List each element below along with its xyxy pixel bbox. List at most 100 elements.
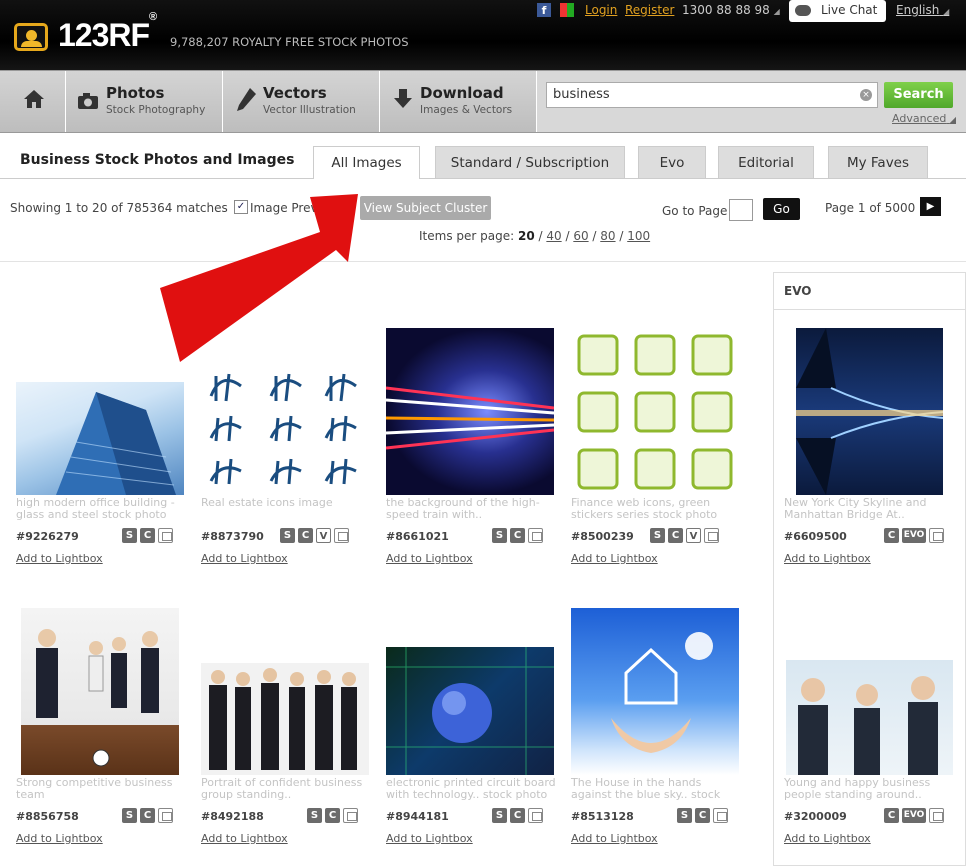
- standard-license-icon[interactable]: S: [122, 528, 137, 543]
- next-page-button[interactable]: ▶: [920, 197, 941, 216]
- credit-license-icon[interactable]: C: [884, 808, 899, 823]
- image-id: #8661021: [386, 530, 449, 543]
- tab-standard-subscription[interactable]: Standard / Subscription: [435, 146, 625, 178]
- standard-license-icon[interactable]: S: [307, 808, 322, 823]
- image-caption[interactable]: Finance web icons, green stickers series…: [571, 497, 741, 521]
- image-caption[interactable]: Real estate icons image: [201, 497, 371, 509]
- add-to-lightbox-link[interactable]: Add to Lightbox: [16, 552, 103, 565]
- image-caption[interactable]: The House in the hands against the blue …: [571, 777, 741, 801]
- add-to-lightbox-link[interactable]: Add to Lightbox: [571, 552, 658, 565]
- thumbnail-real-estate-icons[interactable]: [201, 366, 369, 495]
- similar-images-icon[interactable]: [929, 808, 944, 823]
- credit-license-icon[interactable]: C: [140, 528, 155, 543]
- add-to-lightbox-link[interactable]: Add to Lightbox: [571, 832, 658, 845]
- thumbnail-manhattan-bridge[interactable]: [796, 328, 943, 495]
- license-badges: SC: [122, 808, 173, 823]
- google-icon[interactable]: [560, 3, 574, 17]
- vector-icon[interactable]: V: [686, 528, 701, 543]
- logo-icon[interactable]: [14, 23, 48, 51]
- image-id: #6609500: [784, 530, 847, 543]
- add-to-lightbox-link[interactable]: Add to Lightbox: [386, 832, 473, 845]
- logo[interactable]: 123RF®: [58, 11, 157, 54]
- similar-images-icon[interactable]: [704, 528, 719, 543]
- similar-images-icon[interactable]: [929, 528, 944, 543]
- ipp-option-20[interactable]: 20: [518, 229, 535, 243]
- clear-search-icon[interactable]: ×: [860, 89, 872, 101]
- standard-license-icon[interactable]: S: [677, 808, 692, 823]
- tab-all-images[interactable]: All Images: [313, 146, 420, 179]
- go-button[interactable]: Go: [763, 198, 800, 220]
- nav-download[interactable]: Download Images & Vectors: [380, 71, 537, 132]
- thumbnail-circuit-board[interactable]: [386, 647, 554, 775]
- similar-images-icon[interactable]: [158, 808, 173, 823]
- register-link[interactable]: Register: [625, 3, 674, 17]
- add-to-lightbox-link[interactable]: Add to Lightbox: [16, 832, 103, 845]
- credit-license-icon[interactable]: C: [140, 808, 155, 823]
- credit-license-icon[interactable]: C: [325, 808, 340, 823]
- nav-home[interactable]: [0, 71, 66, 132]
- image-caption[interactable]: electronic printed circuit board with te…: [386, 777, 556, 801]
- vector-icon[interactable]: V: [316, 528, 331, 543]
- image-caption[interactable]: high modern office building - glass and …: [16, 497, 186, 521]
- search-input[interactable]: business: [546, 82, 878, 108]
- similar-images-icon[interactable]: [334, 528, 349, 543]
- image-caption[interactable]: New York City Skyline and Manhattan Brid…: [784, 497, 954, 521]
- credit-license-icon[interactable]: C: [668, 528, 683, 543]
- thumbnail-house-in-hands[interactable]: [571, 608, 739, 775]
- license-badges: C EVO: [884, 528, 944, 543]
- similar-images-icon[interactable]: [528, 808, 543, 823]
- add-to-lightbox-link[interactable]: Add to Lightbox: [386, 552, 473, 565]
- standard-license-icon[interactable]: S: [650, 528, 665, 543]
- thumbnail-business-group[interactable]: [201, 663, 369, 775]
- credit-license-icon[interactable]: C: [884, 528, 899, 543]
- ipp-option-40[interactable]: 40: [546, 229, 561, 243]
- thumbnail-finance-icons[interactable]: [571, 330, 739, 495]
- standard-license-icon[interactable]: S: [280, 528, 295, 543]
- tab-evo[interactable]: Evo: [638, 146, 706, 178]
- red-arrow-annotation: [160, 194, 358, 362]
- credit-license-icon[interactable]: C: [510, 808, 525, 823]
- similar-images-icon[interactable]: [158, 528, 173, 543]
- ipp-option-80[interactable]: 80: [600, 229, 615, 243]
- login-link[interactable]: Login: [585, 3, 617, 17]
- facebook-icon[interactable]: f: [537, 3, 551, 17]
- evo-license-icon[interactable]: EVO: [902, 528, 926, 543]
- standard-license-icon[interactable]: S: [492, 528, 507, 543]
- ipp-option-100[interactable]: 100: [627, 229, 650, 243]
- ipp-option-60[interactable]: 60: [573, 229, 588, 243]
- standard-license-icon[interactable]: S: [122, 808, 137, 823]
- thumbnail-business-people[interactable]: [786, 660, 953, 775]
- similar-images-icon[interactable]: [713, 808, 728, 823]
- credit-license-icon[interactable]: C: [695, 808, 710, 823]
- live-chat-button[interactable]: Live Chat: [789, 0, 886, 22]
- add-to-lightbox-link[interactable]: Add to Lightbox: [784, 832, 871, 845]
- evo-license-icon[interactable]: EVO: [902, 808, 926, 823]
- image-caption[interactable]: Young and happy business people standing…: [784, 777, 954, 801]
- advanced-search-link[interactable]: Advanced ◢: [892, 112, 956, 125]
- image-caption[interactable]: the background of the high-speed train w…: [386, 497, 556, 521]
- add-to-lightbox-link[interactable]: Add to Lightbox: [784, 552, 871, 565]
- thumbnail-business-team[interactable]: [21, 608, 179, 775]
- phone-number[interactable]: 1300 88 88 98 ◢: [682, 3, 780, 17]
- tab-my-faves[interactable]: My Faves: [828, 146, 928, 178]
- standard-license-icon[interactable]: S: [492, 808, 507, 823]
- nav-photos[interactable]: Photos Stock Photography: [66, 71, 223, 132]
- evo-panel-title: EVO: [774, 273, 965, 310]
- tab-editorial[interactable]: Editorial: [718, 146, 814, 178]
- add-to-lightbox-link[interactable]: Add to Lightbox: [201, 832, 288, 845]
- thumbnail-office-building[interactable]: [16, 382, 184, 495]
- credit-license-icon[interactable]: C: [510, 528, 525, 543]
- image-id: #8513128: [571, 810, 634, 823]
- search-button[interactable]: Search: [884, 82, 953, 108]
- image-id: #8944181: [386, 810, 449, 823]
- similar-images-icon[interactable]: [528, 528, 543, 543]
- image-caption[interactable]: Portrait of confident business group sta…: [201, 777, 371, 801]
- nav-vectors[interactable]: Vectors Vector Illustration: [223, 71, 380, 132]
- add-to-lightbox-link[interactable]: Add to Lightbox: [201, 552, 288, 565]
- pen-icon: [237, 88, 256, 111]
- image-caption[interactable]: Strong competitive business team: [16, 777, 186, 801]
- similar-images-icon[interactable]: [343, 808, 358, 823]
- credit-license-icon[interactable]: C: [298, 528, 313, 543]
- goto-page-input[interactable]: [729, 199, 753, 221]
- language-select[interactable]: English ◢: [896, 3, 949, 17]
